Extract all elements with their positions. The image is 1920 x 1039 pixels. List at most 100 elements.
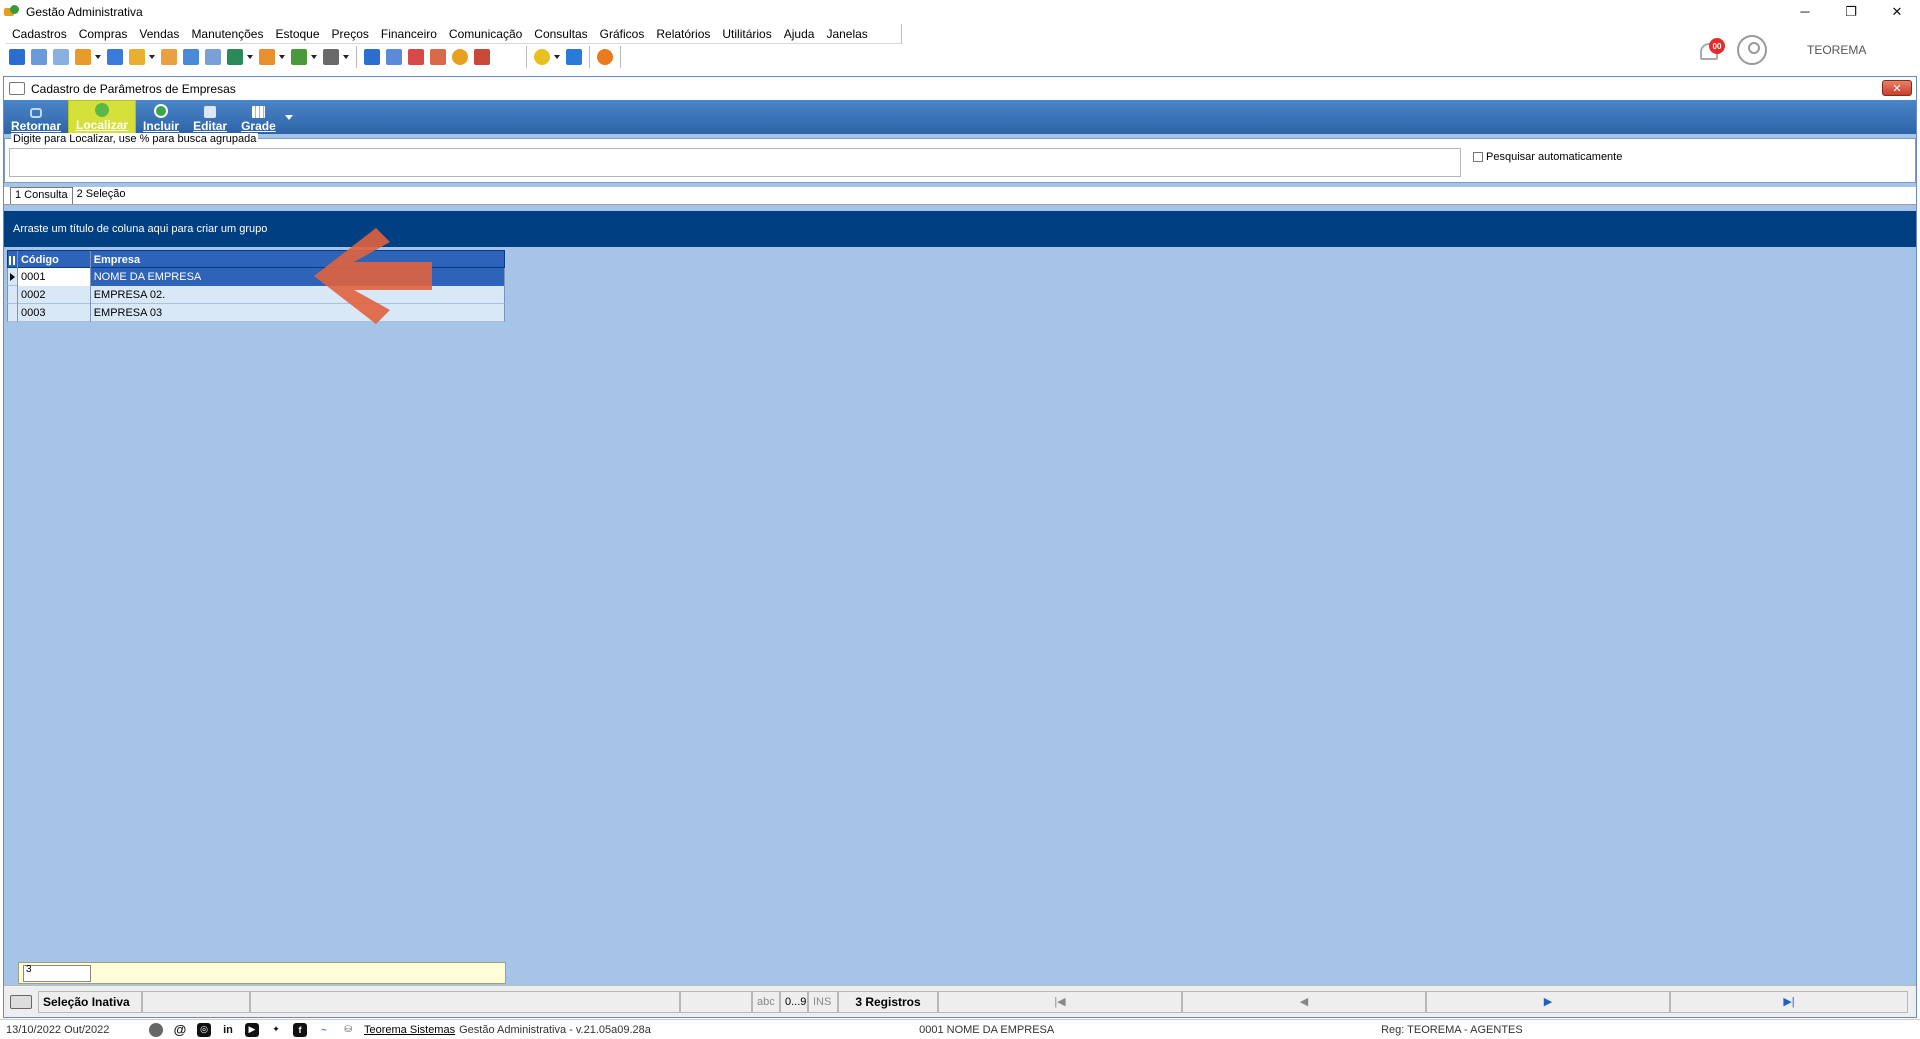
menu-comunicacao[interactable]: Comunicação xyxy=(443,27,528,41)
checkbox-box[interactable] xyxy=(1473,152,1483,162)
minimize-button[interactable]: ─ xyxy=(1782,0,1828,23)
box-icon[interactable] xyxy=(129,49,145,65)
table-icon[interactable] xyxy=(364,49,380,65)
retornar-button[interactable]: Retornar xyxy=(4,100,68,134)
support-icon[interactable] xyxy=(149,1022,163,1037)
editar-label: Editar xyxy=(193,119,228,133)
incluir-label: Incluir xyxy=(143,119,180,133)
spreadsheet-icon[interactable] xyxy=(386,49,402,65)
editar-button[interactable]: Editar xyxy=(186,100,234,134)
column-header-empresa[interactable]: Empresa xyxy=(91,251,504,269)
menu-compras[interactable]: Compras xyxy=(73,27,134,41)
company-logo-icon: ⛁ xyxy=(341,1022,355,1037)
email-icon[interactable]: @ xyxy=(173,1022,187,1037)
wave-icon[interactable]: ~ xyxy=(317,1022,331,1037)
box-icon[interactable] xyxy=(259,49,275,65)
nav-first-button[interactable]: |◀ xyxy=(938,990,1182,1013)
search-input[interactable] xyxy=(9,148,1461,177)
status-panel-empty xyxy=(250,990,680,1013)
menu-relatorios[interactable]: Relatórios xyxy=(650,27,716,41)
close-button[interactable]: ✕ xyxy=(1874,0,1920,23)
menu-manutencoes[interactable]: Manutenções xyxy=(185,27,269,41)
nav-next-button[interactable]: ▶ xyxy=(1426,990,1670,1013)
menu-cadastros[interactable]: Cadastros xyxy=(6,27,73,41)
list-icon[interactable] xyxy=(205,49,221,65)
chevron-down-icon[interactable] xyxy=(343,55,349,59)
toolbar-group-favorites xyxy=(531,46,590,68)
chevron-down-icon[interactable] xyxy=(247,55,253,59)
auto-search-checkbox[interactable]: Pesquisar automaticamente xyxy=(1473,151,1622,163)
row-indicator xyxy=(8,304,18,322)
localizar-label: Localizar xyxy=(76,118,129,132)
incluir-button[interactable]: Incluir xyxy=(136,100,186,134)
menu-estoque[interactable]: Estoque xyxy=(269,27,325,41)
printer-icon[interactable] xyxy=(323,49,339,65)
menu-consultas[interactable]: Consultas xyxy=(528,27,593,41)
column-header-codigo[interactable]: Código xyxy=(18,251,91,269)
keyboard-icon[interactable] xyxy=(10,994,32,1009)
localizar-button[interactable]: Localizar xyxy=(68,100,137,134)
menu-graficos[interactable]: Gráficos xyxy=(594,27,651,41)
chevron-down-icon[interactable] xyxy=(279,55,285,59)
instagram-icon[interactable]: ◎ xyxy=(197,1022,211,1037)
company-link[interactable]: Teorema Sistemas xyxy=(364,1024,455,1036)
menu-ajuda[interactable]: Ajuda xyxy=(778,27,821,41)
user-avatar-icon[interactable] xyxy=(1737,35,1767,65)
cell-codigo[interactable]: 0003 xyxy=(18,304,91,322)
notification-bell-icon[interactable]: 00 xyxy=(1695,36,1725,64)
current-company: 0001 NOME DA EMPRESA xyxy=(919,1023,1055,1036)
menu-janelas[interactable]: Janelas xyxy=(820,27,873,41)
status-panel-empty xyxy=(142,990,250,1013)
tree-icon[interactable] xyxy=(75,49,91,65)
nav-last-button[interactable]: ▶| xyxy=(1670,990,1908,1013)
group-by-panel[interactable]: Arraste um título de coluna aqui para cr… xyxy=(4,211,1916,247)
form-close-button[interactable]: ✕ xyxy=(1882,80,1912,96)
toolbar-group-power xyxy=(594,46,621,68)
calendar-icon[interactable] xyxy=(408,49,424,65)
cell-empresa[interactable]: EMPRESA 03 xyxy=(91,304,504,322)
social-links: @ ◎ in ▶ ✦ f ~ ⛁ xyxy=(144,1022,360,1037)
cart-icon[interactable] xyxy=(227,49,243,65)
grid-header-indicator[interactable] xyxy=(8,251,18,269)
card-icon[interactable] xyxy=(53,49,69,65)
app-version: Gestão Administrativa - v.21.05a09.28a xyxy=(459,1023,651,1036)
money-icon[interactable] xyxy=(291,49,307,65)
star-icon[interactable] xyxy=(534,49,550,65)
folder-icon[interactable] xyxy=(9,49,25,65)
chevron-down-icon[interactable] xyxy=(554,55,560,59)
notification-badge: 00 xyxy=(1709,38,1725,54)
chevron-down-icon[interactable] xyxy=(284,115,293,120)
info-icon[interactable] xyxy=(566,49,582,65)
menu-precos[interactable]: Preços xyxy=(326,27,375,41)
user-icon[interactable] xyxy=(161,49,177,65)
user-name: TEOREMA xyxy=(1807,43,1867,57)
cell-empresa[interactable]: EMPRESA 02. xyxy=(91,286,504,304)
search-report-icon[interactable] xyxy=(474,49,490,65)
status-panel-empty xyxy=(680,990,752,1013)
clock-icon[interactable] xyxy=(452,49,468,65)
mode-num: 0...9 xyxy=(780,990,808,1013)
chevron-down-icon[interactable] xyxy=(311,55,317,59)
calculator-icon[interactable] xyxy=(183,49,199,65)
facebook-icon[interactable]: f xyxy=(293,1022,307,1037)
youtube-icon[interactable]: ▶ xyxy=(245,1022,259,1037)
grade-button[interactable]: Grade xyxy=(234,100,283,134)
menu-vendas[interactable]: Vendas xyxy=(133,27,185,41)
tab-consulta[interactable]: 1 Consulta xyxy=(10,187,73,204)
menu-utilitarios[interactable]: Utilitários xyxy=(716,27,777,41)
restore-button[interactable]: ❐ xyxy=(1828,0,1874,23)
chevron-down-icon[interactable] xyxy=(95,55,101,59)
cell-codigo[interactable]: 0001 xyxy=(17,268,91,286)
twitter-icon[interactable]: ✦ xyxy=(269,1022,283,1037)
tab-selecao[interactable]: 2 Seleção xyxy=(73,187,130,204)
people-icon[interactable] xyxy=(31,49,47,65)
chevron-down-icon[interactable] xyxy=(149,55,155,59)
cell-empresa[interactable]: NOME DA EMPRESA xyxy=(90,268,504,286)
linkedin-icon[interactable]: in xyxy=(221,1022,235,1037)
power-icon[interactable] xyxy=(597,49,613,65)
nav-prev-button[interactable]: ◀ xyxy=(1182,990,1426,1013)
menu-financeiro[interactable]: Financeiro xyxy=(375,27,443,41)
chart-icon[interactable] xyxy=(430,49,446,65)
document-icon[interactable] xyxy=(107,49,123,65)
cell-codigo[interactable]: 0002 xyxy=(18,286,91,304)
